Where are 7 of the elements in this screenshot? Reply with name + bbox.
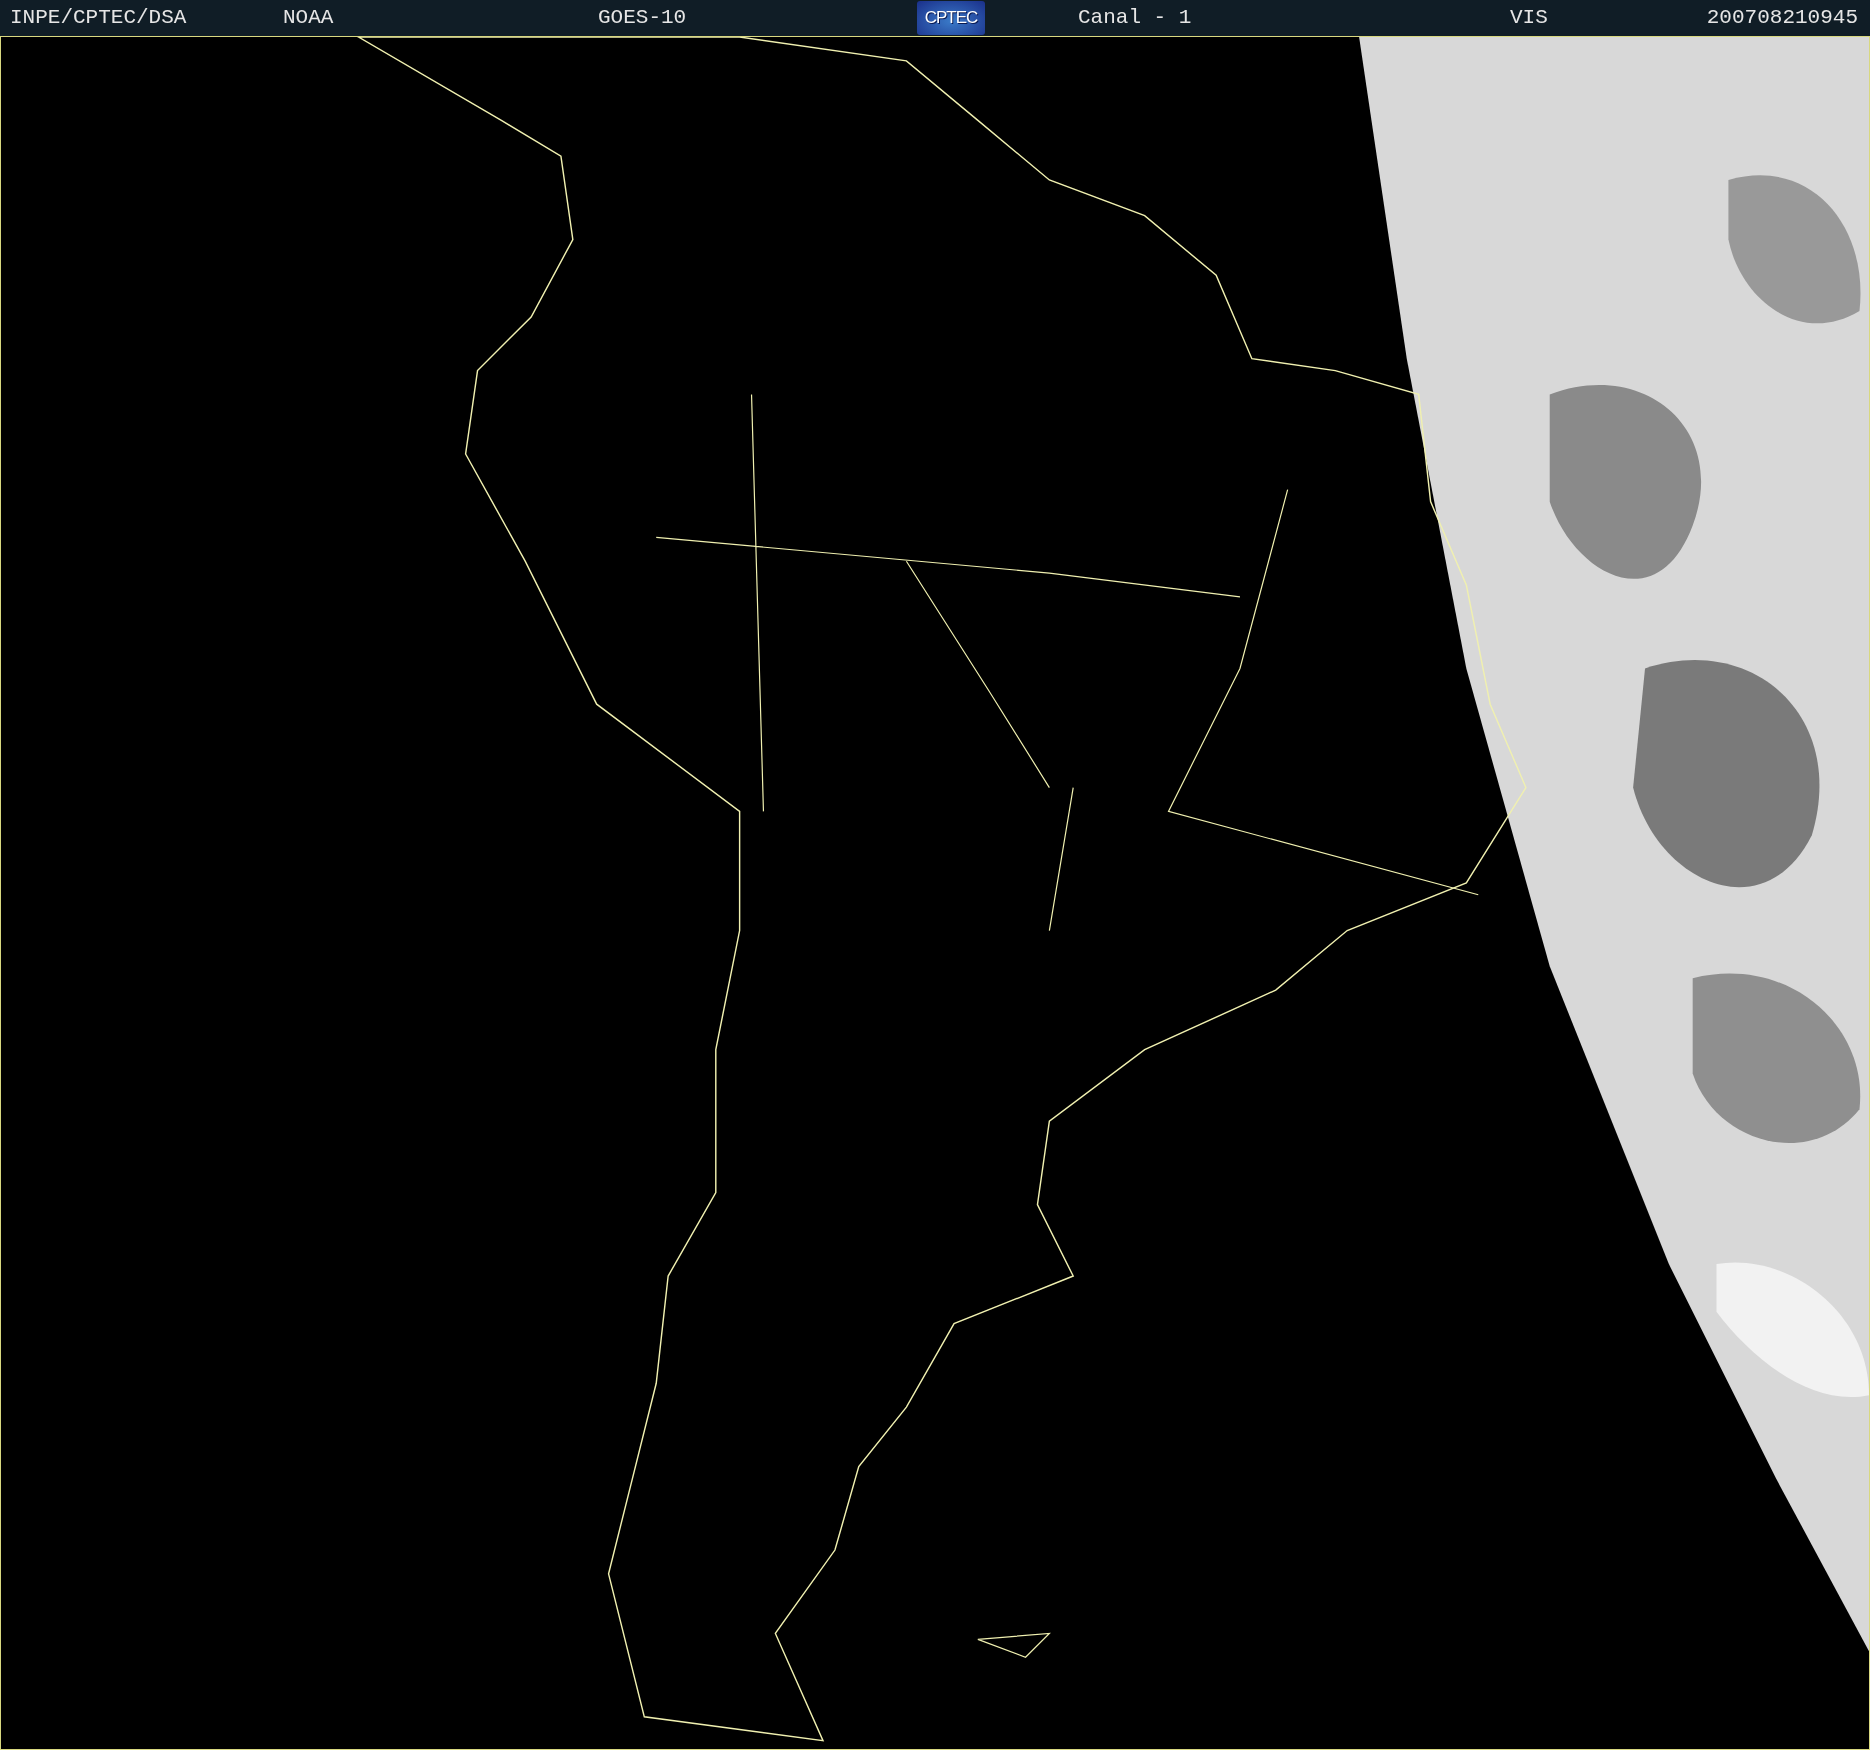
header-label: 200708210945 [1706, 6, 1858, 30]
header-label: INPE/CPTEC/DSA [10, 6, 187, 30]
header-label: GOES-10 [598, 6, 687, 30]
header-label: Canal - 1 [1078, 6, 1192, 30]
logo: CPTEC [917, 1, 985, 35]
header-label: NOAA [283, 6, 334, 30]
header-label: VIS [1510, 6, 1548, 30]
